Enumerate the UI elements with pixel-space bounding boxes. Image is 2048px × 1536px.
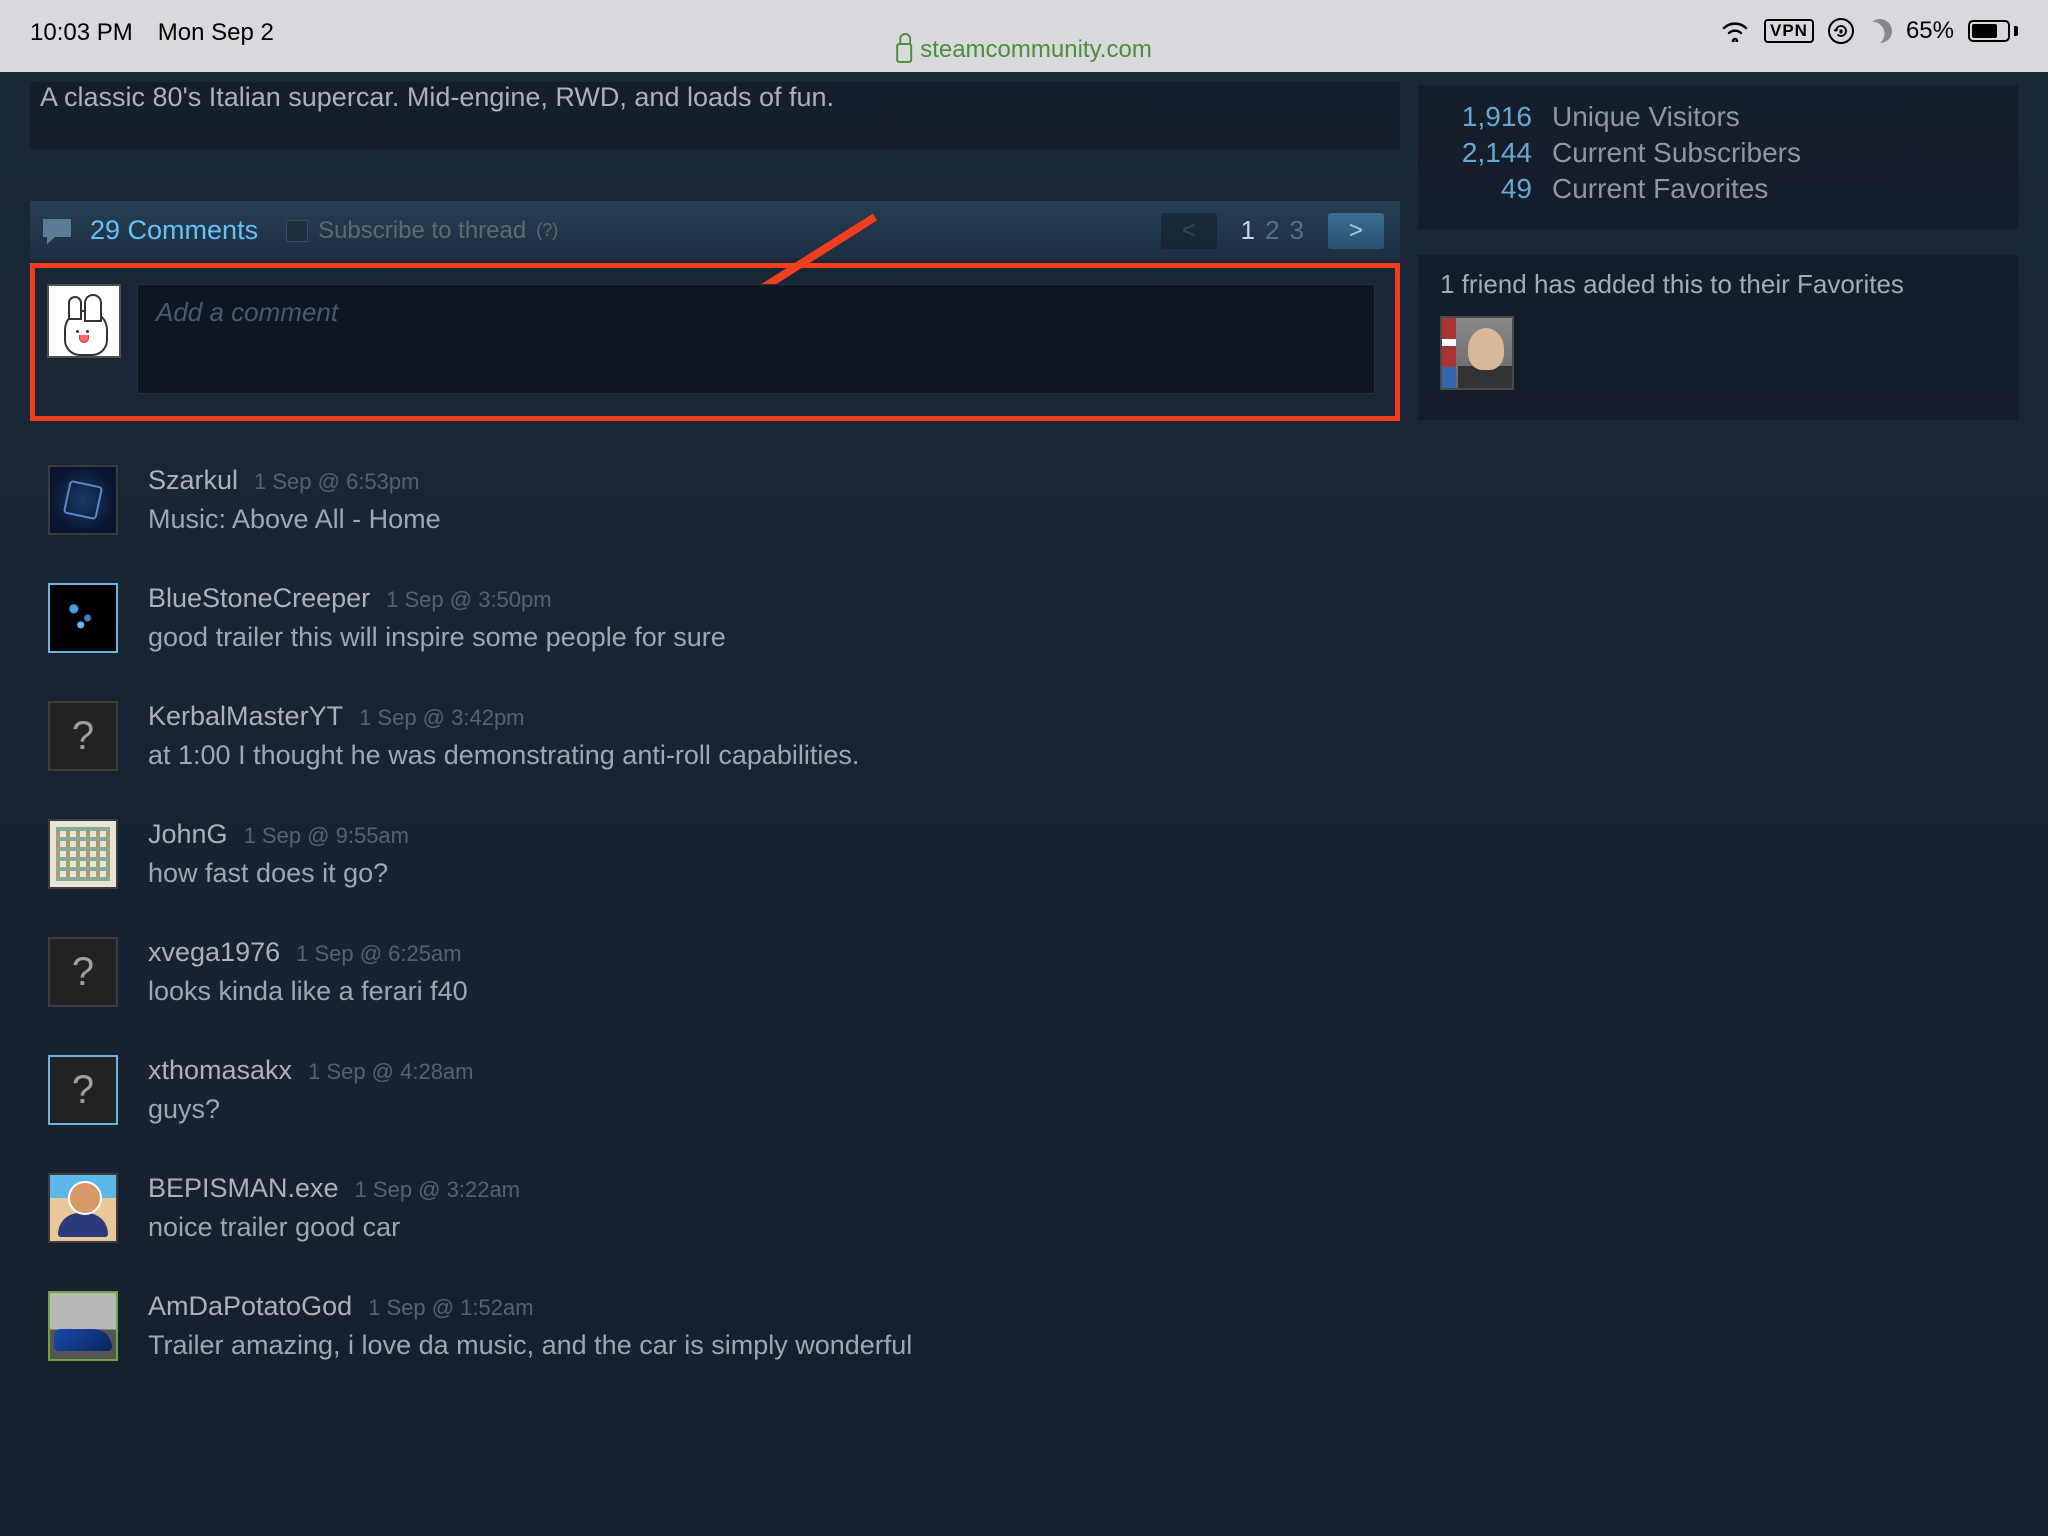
comment-timestamp: 1 Sep @ 1:52am (368, 1295, 533, 1321)
comment-item: Szarkul 1 Sep @ 6:53pm Music: Above All - … (30, 465, 1400, 535)
favorites-panel: 1 friend has added this to their Favorit… (1418, 255, 2018, 420)
comment-avatar[interactable] (48, 465, 118, 535)
comment-pager: < 123 > (1161, 213, 1384, 249)
comment-item: AmDaPotatoGod 1 Sep @ 1:52am Trailer amazi… (30, 1291, 1400, 1361)
comment-author[interactable]: KerbalMasterYT (148, 701, 343, 732)
comment-author[interactable]: JohnG (148, 819, 228, 850)
do-not-disturb-icon (1865, 16, 1896, 47)
comment-item: ? KerbalMasterYT 1 Sep @ 3:42pm at 1:00 I t… (30, 701, 1400, 771)
pager-next-button[interactable]: > (1328, 213, 1384, 249)
comment-avatar[interactable] (48, 583, 118, 653)
comment-body: BlueStoneCreeper 1 Sep @ 3:50pm good trail… (148, 583, 726, 653)
status-time: 10:03 PM (30, 19, 133, 47)
comment-avatar[interactable]: ? (48, 937, 118, 1007)
comment-timestamp: 1 Sep @ 3:42pm (359, 705, 524, 731)
url-text: steamcommunity.com (920, 36, 1152, 64)
stats-number: 49 (1444, 173, 1532, 205)
comment-item: ? xthomasakx 1 Sep @ 4:28am guys? (30, 1055, 1400, 1125)
subscribe-checkbox[interactable] (286, 220, 308, 242)
stats-row: 1,916 Unique Visitors (1444, 101, 1996, 133)
comment-text: at 1:00 I thought he was demonstrating a… (148, 740, 859, 771)
wifi-icon (1720, 20, 1750, 42)
subscribe-label[interactable]: Subscribe to thread (318, 217, 526, 245)
stats-label: Current Favorites (1552, 173, 1768, 205)
rotation-lock-icon (1828, 18, 1854, 44)
stats-panel: 1,916 Unique Visitors 2,144 Current Subscri… (1418, 85, 2018, 229)
comment-avatar[interactable]: ? (48, 1055, 118, 1125)
comment-text: Trailer amazing, i love da music, and th… (148, 1330, 912, 1361)
pager-page-2[interactable]: 2 (1265, 215, 1279, 246)
item-description: A classic 80's Italian supercar. Mid-eng… (40, 82, 1376, 113)
comment-list: Szarkul 1 Sep @ 6:53pm Music: Above All - … (30, 465, 1400, 1361)
comment-text: looks kinda like a ferari f40 (148, 976, 468, 1007)
comment-body: xthomasakx 1 Sep @ 4:28am guys? (148, 1055, 474, 1125)
stats-row: 2,144 Current Subscribers (1444, 137, 1996, 169)
comment-body: Szarkul 1 Sep @ 6:53pm Music: Above All - … (148, 465, 441, 535)
ipad-status-bar: 10:03 PM Mon Sep 2 steamcommunity.com VP… (0, 0, 2048, 72)
comment-body: AmDaPotatoGod 1 Sep @ 1:52am Trailer amazi… (148, 1291, 912, 1361)
comment-author[interactable]: BlueStoneCreeper (148, 583, 370, 614)
stats-label: Current Subscribers (1552, 137, 1801, 169)
stats-number: 2,144 (1444, 137, 1532, 169)
comment-item: JohnG 1 Sep @ 9:55am how fast does it go? (30, 819, 1400, 889)
comment-timestamp: 1 Sep @ 3:22am (355, 1177, 520, 1203)
comment-item: ? xvega1976 1 Sep @ 6:25am looks kinda like… (30, 937, 1400, 1007)
comment-text: Music: Above All - Home (148, 504, 441, 535)
vpn-indicator: VPN (1764, 19, 1814, 43)
compose-placeholder: Add a comment (156, 297, 338, 327)
compose-user-avatar[interactable] (47, 284, 121, 358)
comment-compose-input[interactable]: Add a comment (137, 284, 1375, 394)
comment-avatar[interactable]: ? (48, 701, 118, 771)
annotation-highlight-box: Add a comment (30, 263, 1400, 421)
status-date: Mon Sep 2 (158, 19, 274, 47)
browser-url[interactable]: steamcommunity.com (896, 36, 1152, 64)
comment-body: BEPISMAN.exe 1 Sep @ 3:22am noice trailer … (148, 1173, 520, 1243)
comment-author[interactable]: xvega1976 (148, 937, 280, 968)
comment-author[interactable]: Szarkul (148, 465, 238, 496)
battery-percent: 65% (1906, 17, 1954, 45)
comment-icon (40, 216, 74, 246)
stats-label: Unique Visitors (1552, 101, 1740, 133)
comment-body: KerbalMasterYT 1 Sep @ 3:42pm at 1:00 I th… (148, 701, 859, 771)
comment-author[interactable]: AmDaPotatoGod (148, 1291, 352, 1322)
comment-item: BEPISMAN.exe 1 Sep @ 3:22am noice trailer … (30, 1173, 1400, 1243)
pager-prev-button[interactable]: < (1161, 213, 1217, 249)
stats-number: 1,916 (1444, 101, 1532, 133)
comment-timestamp: 1 Sep @ 6:53pm (254, 469, 419, 495)
comment-avatar[interactable] (48, 819, 118, 889)
pager-page-1[interactable]: 1 (1241, 215, 1255, 246)
comments-header-bar: 29 Comments Subscribe to thread (?) < 12… (30, 201, 1400, 259)
comment-body: JohnG 1 Sep @ 9:55am how fast does it go? (148, 819, 409, 889)
comment-avatar[interactable] (48, 1291, 118, 1361)
comment-timestamp: 1 Sep @ 4:28am (308, 1059, 473, 1085)
favorites-text: 1 friend has added this to their Favorit… (1440, 269, 1996, 300)
friend-avatar[interactable] (1440, 316, 1514, 390)
comment-text: guys? (148, 1094, 474, 1125)
comment-timestamp: 1 Sep @ 6:25am (296, 941, 461, 967)
comment-body: xvega1976 1 Sep @ 6:25am looks kinda like … (148, 937, 468, 1007)
comments-count: 29 Comments (90, 215, 258, 246)
battery-icon (1968, 20, 2018, 42)
stats-row: 49 Current Favorites (1444, 173, 1996, 205)
subscribe-help-link[interactable]: (?) (536, 220, 558, 241)
pager-page-3[interactable]: 3 (1290, 215, 1304, 246)
comment-timestamp: 1 Sep @ 9:55am (244, 823, 409, 849)
lock-icon (896, 43, 912, 63)
comment-author[interactable]: BEPISMAN.exe (148, 1173, 339, 1204)
comment-avatar[interactable] (48, 1173, 118, 1243)
comment-text: how fast does it go? (148, 858, 409, 889)
comment-author[interactable]: xthomasakx (148, 1055, 292, 1086)
comment-text: noice trailer good car (148, 1212, 520, 1243)
item-description-box: A classic 80's Italian supercar. Mid-eng… (30, 82, 1400, 149)
comment-item: BlueStoneCreeper 1 Sep @ 3:50pm good trail… (30, 583, 1400, 653)
comment-text: good trailer this will inspire some peop… (148, 622, 726, 653)
comment-timestamp: 1 Sep @ 3:50pm (386, 587, 551, 613)
